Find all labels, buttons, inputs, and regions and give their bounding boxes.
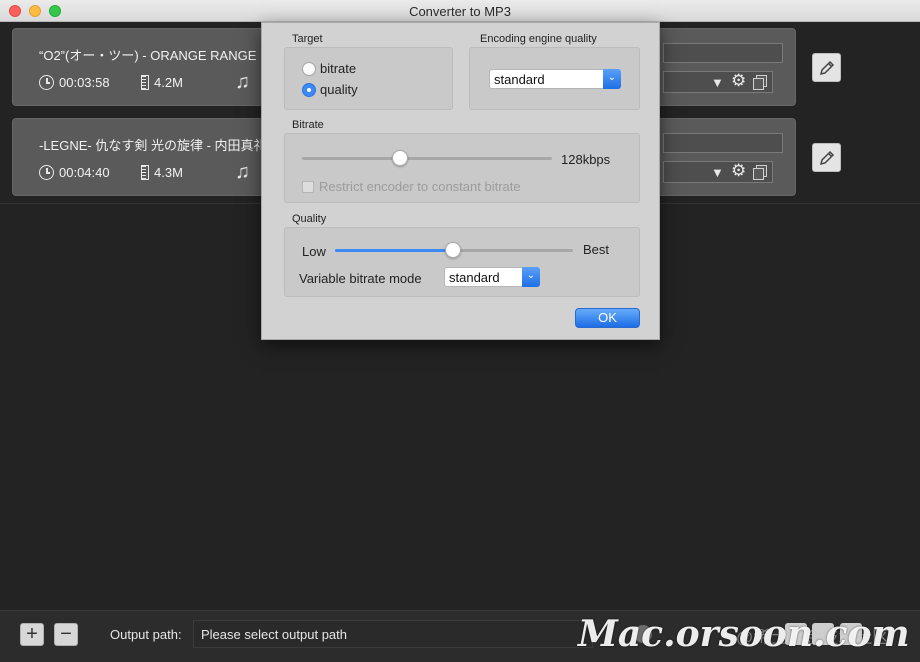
duration-value: 00:04:40	[59, 165, 110, 180]
bitrate-label: Bitrate	[292, 119, 324, 131]
output-name-field[interactable]	[663, 133, 783, 153]
target-group	[284, 47, 453, 110]
minus-icon: −	[60, 623, 72, 645]
pencil-icon	[819, 150, 834, 165]
copy-icon[interactable]	[753, 165, 767, 180]
file-size: 4.3M	[141, 165, 183, 180]
file-size-value: 4.2M	[154, 75, 183, 90]
quality-best-label: Best	[583, 242, 610, 257]
clock-icon	[39, 165, 54, 180]
edit-button[interactable]	[812, 53, 841, 82]
file-size-icon	[141, 75, 149, 90]
bitrate-slider-track[interactable]	[302, 157, 552, 160]
output-name-field[interactable]	[663, 43, 783, 63]
format-info: ♫	[235, 161, 250, 183]
file-size-value: 4.3M	[154, 165, 183, 180]
bitrate-slider-knob[interactable]	[392, 150, 408, 166]
file-size-icon	[141, 165, 149, 180]
radio-button-selected[interactable]	[302, 82, 316, 97]
duration-value: 00:03:58	[59, 75, 110, 90]
pencil-icon	[819, 60, 834, 75]
restrict-checkbox[interactable]	[302, 180, 314, 193]
quality-slider-knob[interactable]	[445, 242, 461, 258]
file-size: 4.2M	[141, 75, 183, 90]
gear-icon[interactable]: ⚙	[731, 161, 746, 181]
target-label: Target	[292, 33, 323, 45]
window-title: Converter to MP3	[409, 4, 511, 19]
music-note-icon: ♫	[235, 71, 250, 93]
title-bar: Converter to MP3	[0, 0, 920, 22]
duration: 00:03:58	[39, 75, 110, 90]
watermark: Mac.orsoon.com	[578, 613, 910, 655]
vbr-mode-label: Variable bitrate mode	[299, 271, 422, 286]
file-name: -LEGNE- 仇なす剣 光の旋律 - 内田真礼	[39, 138, 267, 153]
radio-bitrate[interactable]: bitrate	[302, 61, 356, 76]
copy-icon[interactable]	[753, 75, 767, 90]
radio-label: quality	[320, 82, 358, 97]
file-name: “O2”(オー・ツー) - ORANGE RANGE	[39, 48, 257, 63]
ok-button[interactable]: OK	[575, 308, 640, 328]
restrict-checkbox-row[interactable]: Restrict encoder to constant bitrate	[302, 179, 521, 194]
edit-button[interactable]	[812, 143, 841, 172]
caret-down-icon[interactable]: ▼	[711, 165, 724, 180]
encoder-settings-dialog: Target bitrate quality Encoding engine q…	[261, 22, 660, 340]
caret-down-icon: ⌄	[603, 69, 621, 89]
caret-down-icon[interactable]: ▼	[711, 75, 724, 90]
bitrate-value: 128kbps	[561, 152, 611, 167]
quality-slider-fill	[335, 249, 454, 252]
vbr-mode-value: standard	[449, 270, 500, 285]
output-path-label: Output path:	[110, 627, 182, 642]
remove-file-button[interactable]: −	[54, 623, 78, 646]
clock-icon	[39, 75, 54, 90]
vbr-mode-select[interactable]: standard ⌄	[444, 267, 540, 287]
radio-label: bitrate	[320, 61, 357, 76]
caret-down-icon: ⌄	[522, 267, 540, 287]
plus-icon: +	[26, 623, 38, 645]
quality-low-label: Low	[302, 244, 326, 259]
quality-label: Quality	[292, 213, 327, 225]
engine-quality-label: Encoding engine quality	[480, 33, 597, 45]
radio-quality[interactable]: quality	[302, 82, 358, 97]
music-note-icon: ♫	[235, 161, 250, 183]
restrict-label: Restrict encoder to constant bitrate	[319, 179, 521, 194]
format-info: ♫	[235, 71, 250, 93]
duration: 00:04:40	[39, 165, 110, 180]
radio-button[interactable]	[302, 61, 316, 76]
output-path-field[interactable]: Please select output path	[193, 620, 593, 648]
engine-quality-value: standard	[494, 72, 545, 87]
gear-icon[interactable]: ⚙	[731, 71, 746, 91]
engine-quality-select[interactable]: standard ⌄	[489, 69, 621, 89]
bottom-bar: + − Output path: Please select output pa…	[0, 610, 920, 662]
add-file-button[interactable]: +	[20, 623, 44, 646]
